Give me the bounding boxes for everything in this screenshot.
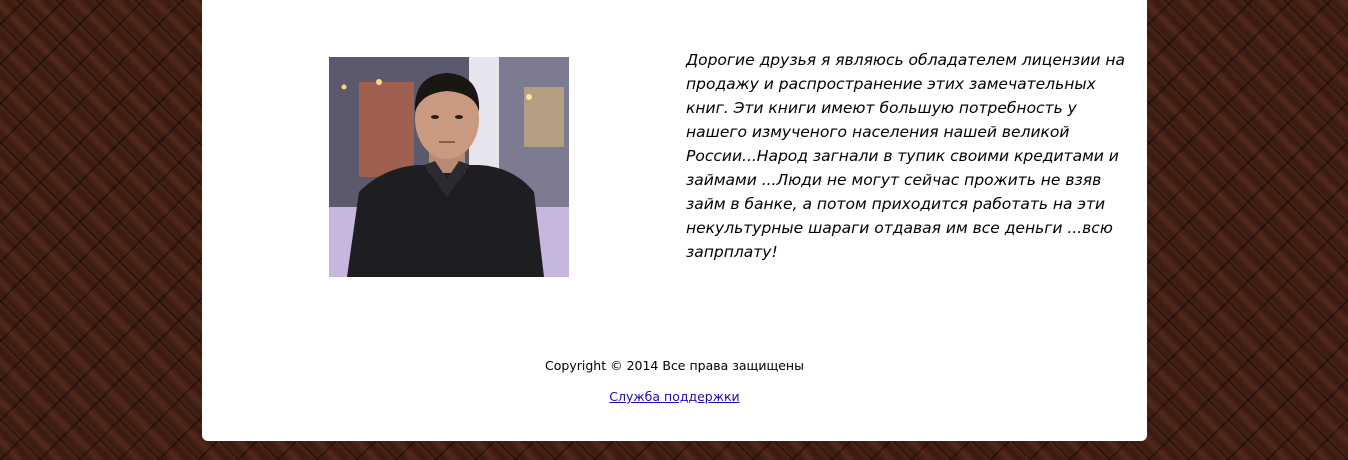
main-content-panel: Дорогие друзья я являюсь обладателем лиц…: [202, 0, 1147, 441]
intro-text: Дорогие друзья я являюсь обладателем лиц…: [686, 51, 1125, 261]
portrait-photo: [329, 57, 569, 277]
portrait-image: [329, 57, 569, 277]
copyright-text: Copyright © 2014 Все права защищены: [545, 358, 804, 373]
support-link[interactable]: Служба поддержки: [609, 389, 739, 404]
support-link-container: Служба поддержки: [202, 389, 1147, 404]
